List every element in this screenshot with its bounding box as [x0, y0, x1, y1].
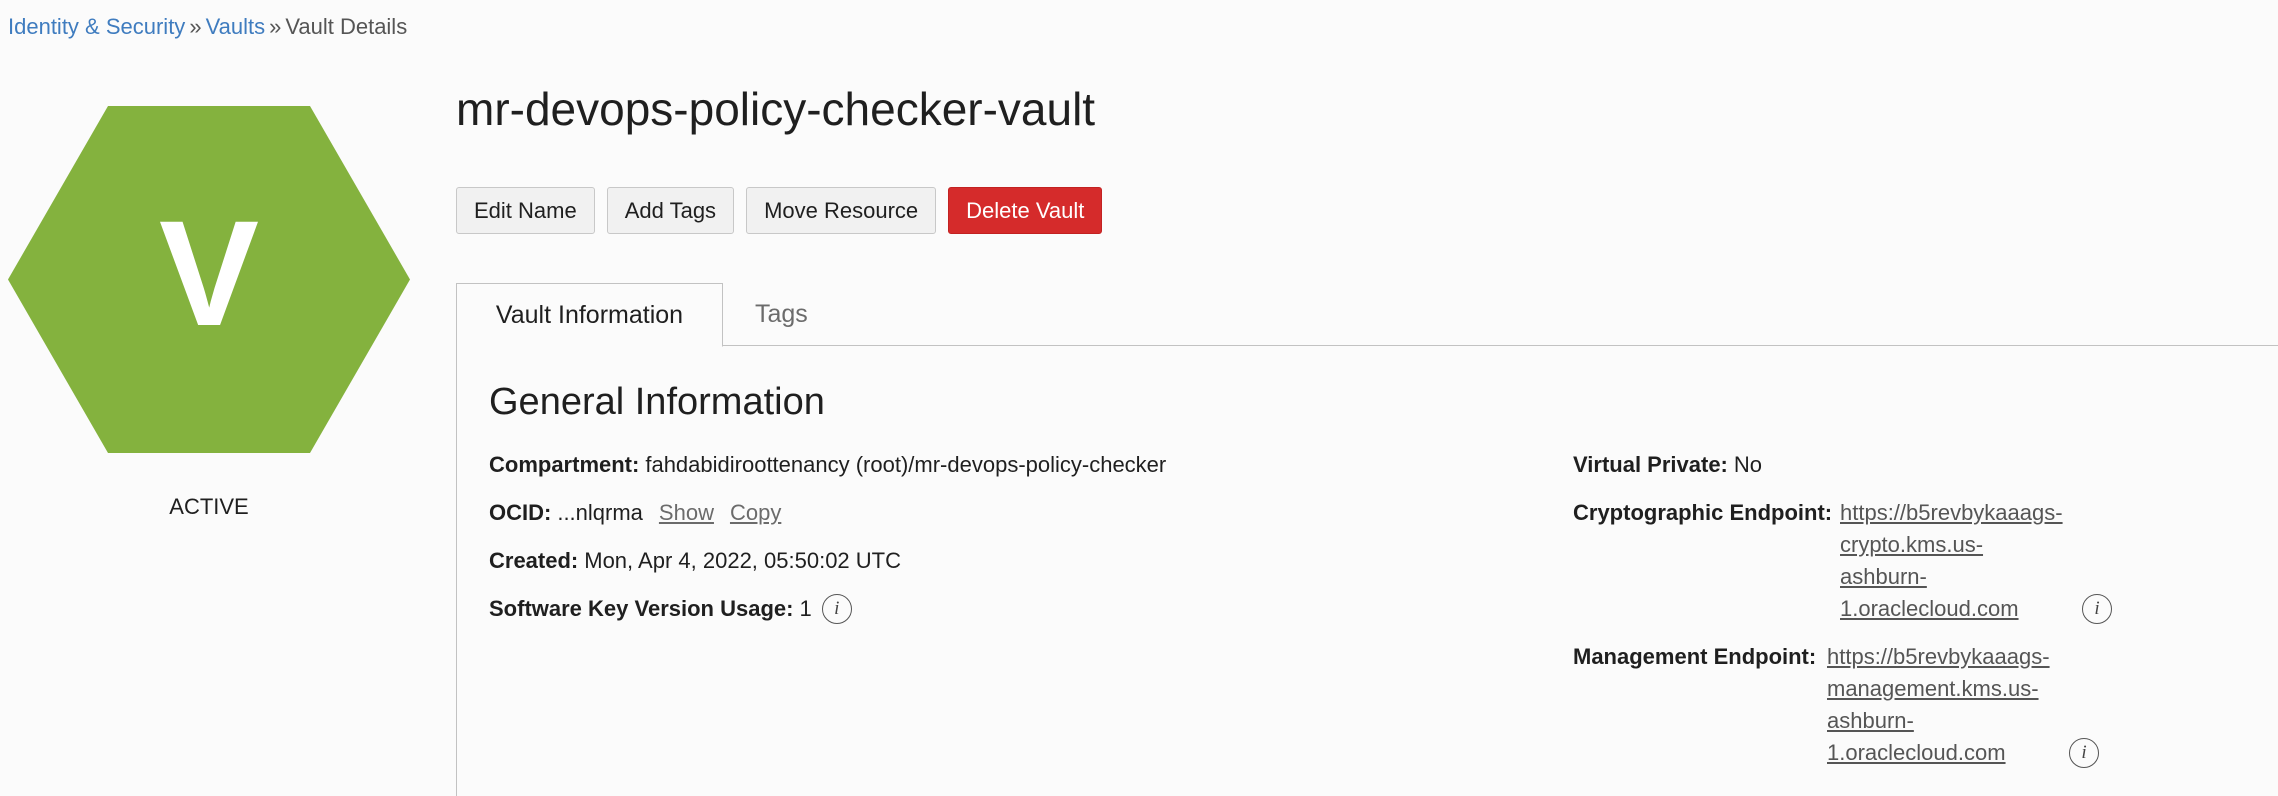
management-endpoint-line: https://b5revbykaaags- — [1827, 644, 2050, 669]
status-label: ACTIVE — [169, 494, 249, 519]
cryptographic-endpoint-link[interactable]: https://b5revbykaaags- crypto.kms.us- as… — [1840, 497, 2063, 625]
breadcrumb-vault-details: Vault Details — [285, 14, 408, 39]
action-toolbar: Edit Name Add Tags Move Resource Delete … — [456, 187, 1103, 234]
cryptographic-endpoint-line: 1.oraclecloud.com — [1840, 596, 2019, 621]
info-icon[interactable]: i — [2069, 738, 2099, 768]
tab-tags[interactable]: Tags — [755, 283, 808, 346]
compartment-label: Compartment: — [489, 452, 640, 477]
compartment-field: Compartment: fahdabidiroottenancy (root)… — [489, 452, 1166, 478]
virtual-private-field: Virtual Private: No — [1573, 452, 1762, 478]
tab-vault-information[interactable]: Vault Information — [456, 283, 723, 347]
management-endpoint-label: Management Endpoint: — [1573, 644, 1817, 669]
ocid-field: OCID: ...nlqrma Show Copy — [489, 500, 781, 526]
virtual-private-label: Virtual Private: — [1573, 452, 1728, 477]
ocid-show-link[interactable]: Show — [659, 500, 714, 526]
management-endpoint-line: ashburn- — [1827, 708, 1914, 733]
software-key-version-usage-field: Software Key Version Usage: 1 i — [489, 594, 852, 624]
add-tags-button[interactable]: Add Tags — [606, 187, 735, 234]
software-key-version-usage-label: Software Key Version Usage: — [489, 596, 794, 621]
ocid-copy-link[interactable]: Copy — [730, 500, 781, 526]
cryptographic-endpoint-line: crypto.kms.us- — [1840, 532, 1984, 557]
ocid-label: OCID: — [489, 500, 552, 525]
vault-icon-letter: V — [158, 189, 260, 357]
breadcrumb: Identity & Security» Vaults» Vault Details — [8, 14, 407, 40]
management-endpoint-line: management.kms.us- — [1827, 676, 2039, 701]
created-label: Created: — [489, 548, 579, 573]
cryptographic-endpoint-line: ashburn- — [1840, 564, 1927, 589]
breadcrumb-vaults[interactable]: Vaults — [206, 14, 266, 39]
breadcrumb-identity-security[interactable]: Identity & Security — [8, 14, 185, 39]
management-endpoint-link[interactable]: https://b5revbykaaags- management.kms.us… — [1827, 641, 2050, 769]
created-value: Mon, Apr 4, 2022, 05:50:02 UTC — [584, 548, 901, 573]
compartment-value: fahdabidiroottenancy (root)/mr-devops-po… — [645, 452, 1167, 477]
info-icon[interactable]: i — [821, 594, 852, 624]
management-endpoint-line: 1.oraclecloud.com — [1827, 740, 2006, 765]
section-title: General Information — [489, 381, 825, 423]
virtual-private-value: No — [1733, 452, 1763, 477]
delete-vault-button[interactable]: Delete Vault — [948, 187, 1103, 234]
page-title: mr-devops-policy-checker-vault — [456, 83, 1096, 135]
cryptographic-endpoint-label: Cryptographic Endpoint: — [1573, 500, 1833, 525]
cryptographic-endpoint-line: https://b5revbykaaags- — [1840, 500, 2063, 525]
created-field: Created: Mon, Apr 4, 2022, 05:50:02 UTC — [489, 548, 901, 574]
panel-border — [456, 346, 457, 796]
move-resource-button[interactable]: Move Resource — [746, 187, 937, 234]
software-key-version-usage-value: 1 — [799, 596, 812, 621]
tab-bar: Vault Information Tags — [456, 283, 2278, 347]
breadcrumb-separator: » — [269, 14, 282, 39]
edit-name-button[interactable]: Edit Name — [456, 187, 595, 234]
info-icon[interactable]: i — [2082, 594, 2112, 624]
ocid-value: ...nlqrma — [557, 500, 643, 525]
breadcrumb-separator: » — [189, 14, 202, 39]
